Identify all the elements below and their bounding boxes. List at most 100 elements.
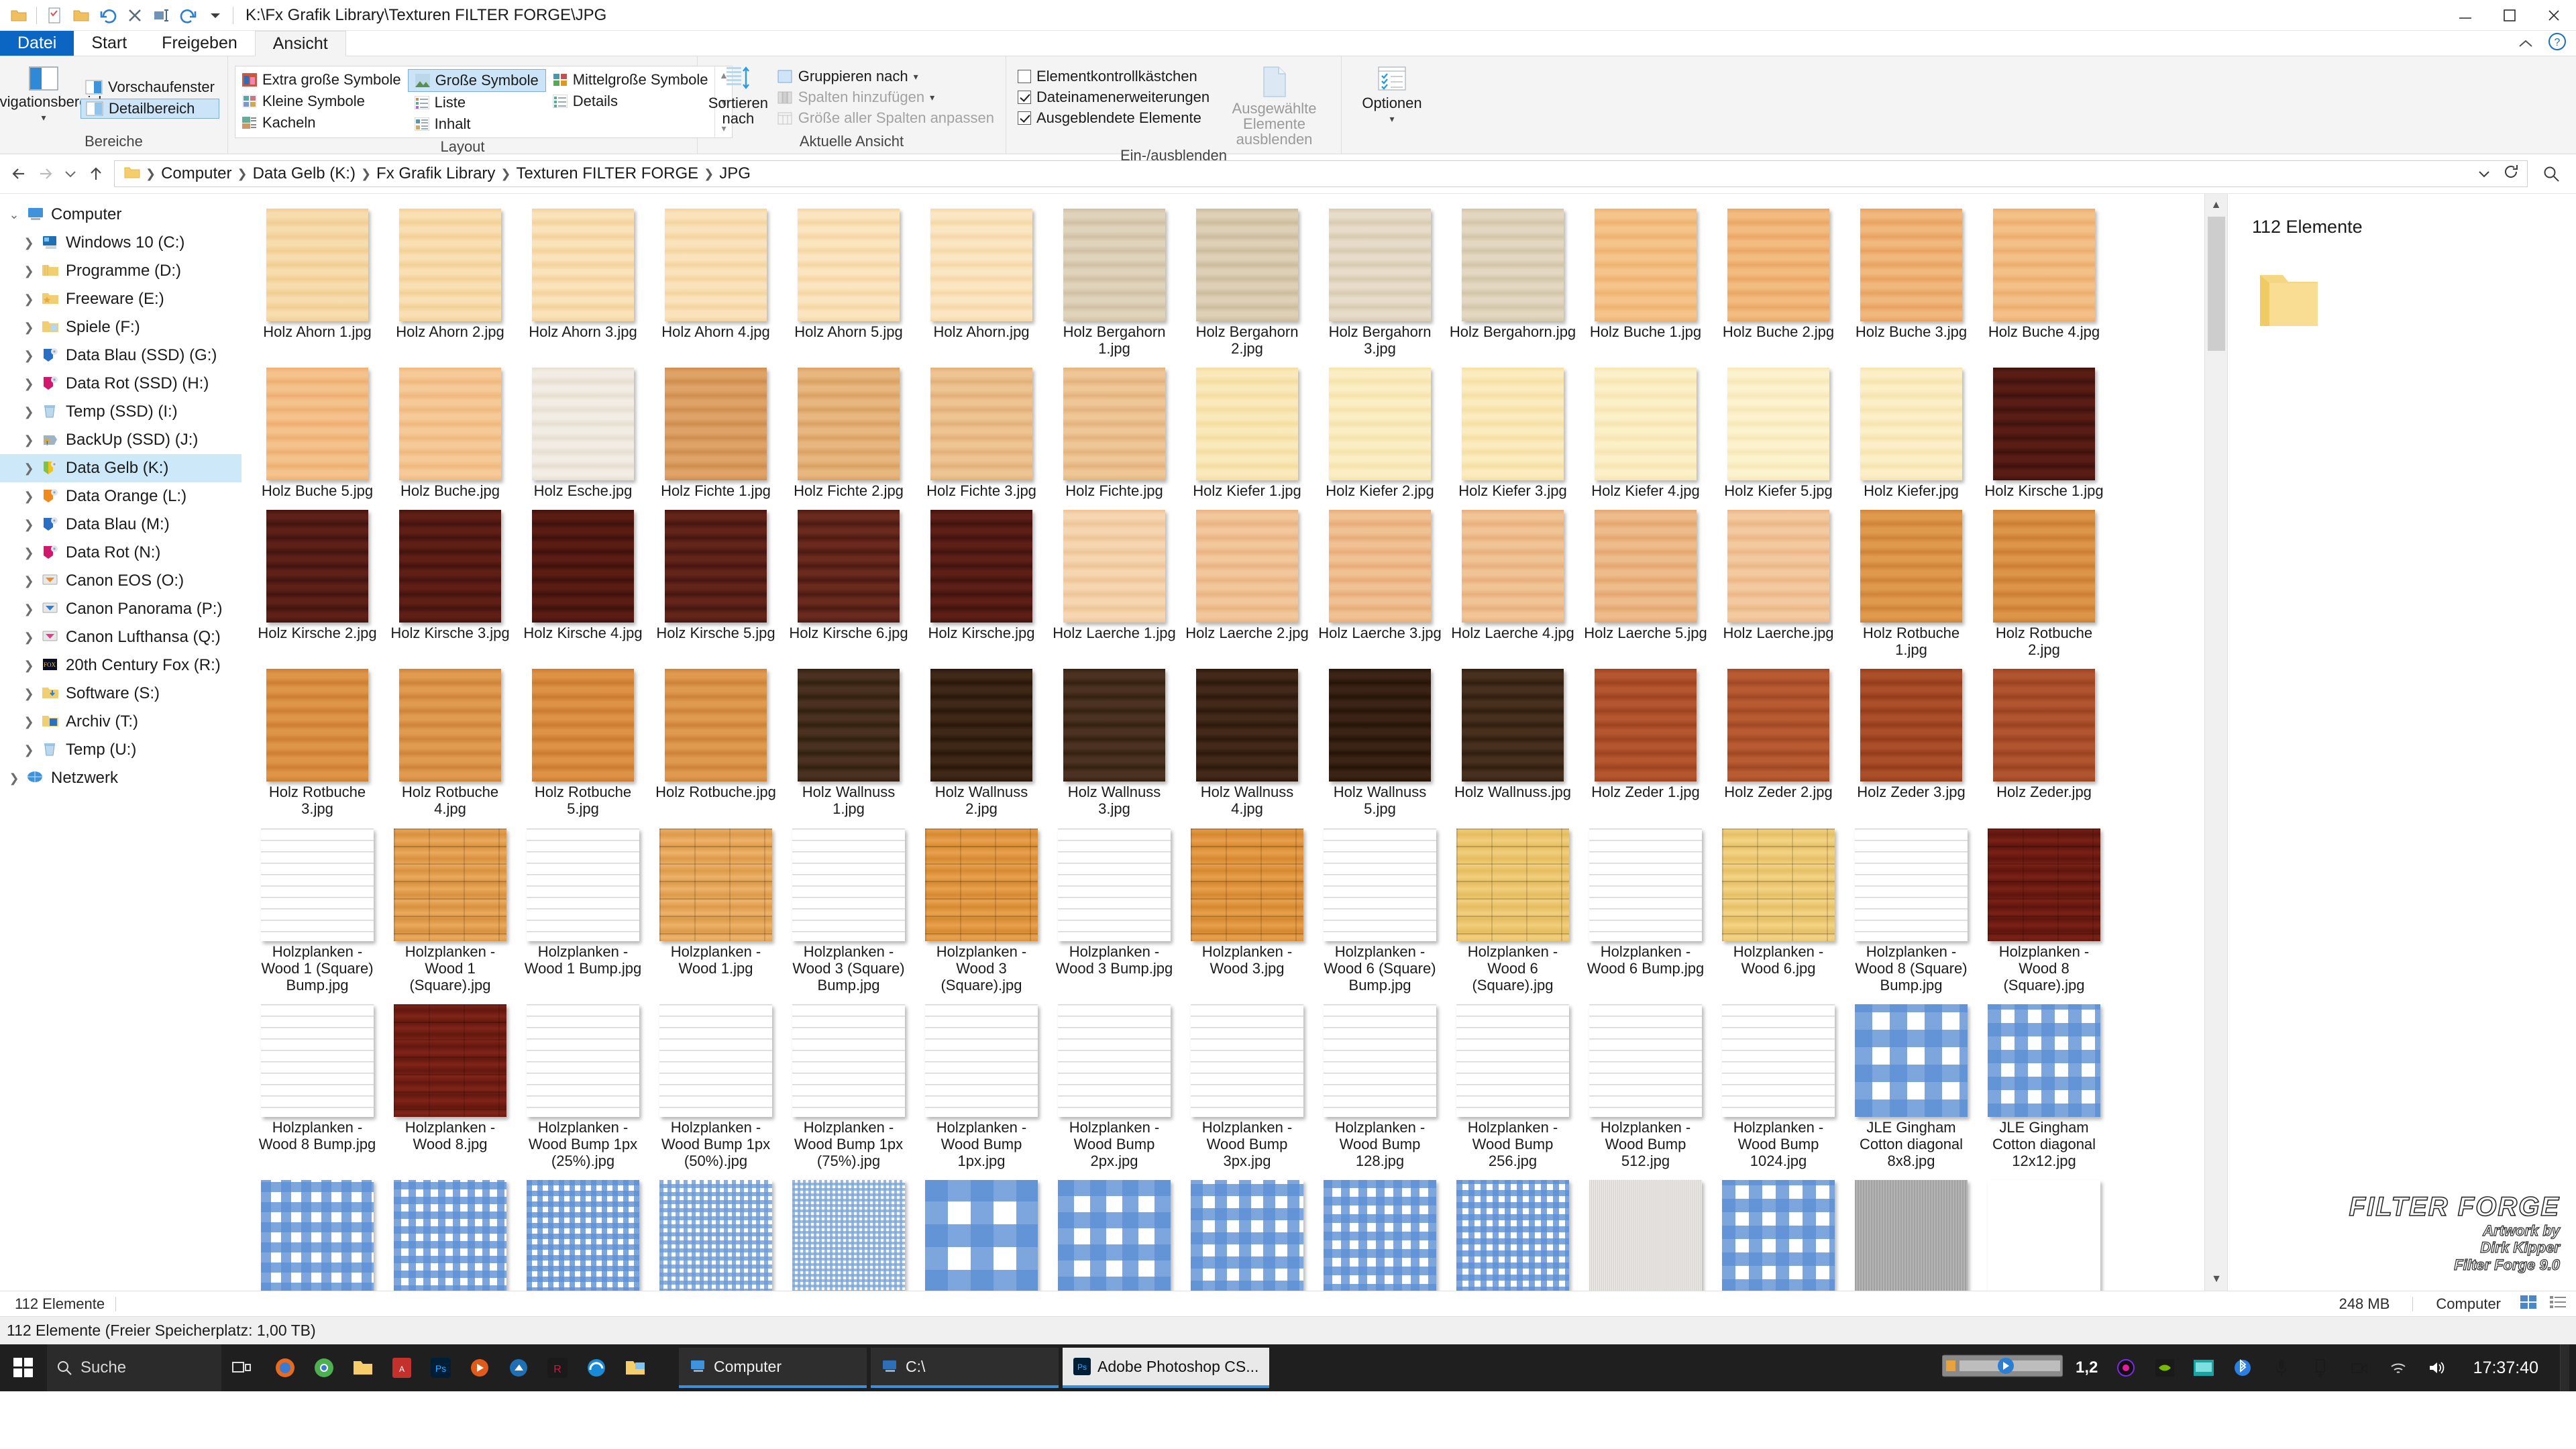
file-item[interactable]: Holz Ahorn.jpg xyxy=(915,202,1048,357)
file-item[interactable]: Holz Fichte 3.jpg xyxy=(915,361,1048,499)
file-item[interactable]: Holz Kirsche 6.jpg xyxy=(782,503,915,658)
file-item[interactable]: Holz Kirsche 3.jpg xyxy=(384,503,517,658)
file-thumbnail[interactable] xyxy=(1462,669,1564,782)
file-thumbnail[interactable] xyxy=(394,1180,506,1291)
file-item[interactable]: JLE Gingham Cotton diagonal 8x8.jpg xyxy=(1845,998,1978,1169)
bluetooth-icon[interactable] xyxy=(2228,1344,2257,1391)
file-thumbnail[interactable] xyxy=(1329,669,1431,782)
sidebar-item-data-blau-ssd-g[interactable]: ❯ Data Blau (SSD) (G:) xyxy=(0,341,241,370)
razer-icon[interactable] xyxy=(2111,1344,2141,1391)
refresh-icon[interactable] xyxy=(2503,164,2519,183)
file-thumbnail[interactable] xyxy=(266,669,368,782)
file-item[interactable]: Holz Buche 2.jpg xyxy=(1712,202,1845,357)
paint-icon[interactable] xyxy=(499,1344,538,1391)
sidebar-item-canon-lufthansa-q[interactable]: ❯ Canon Lufthansa (Q:) xyxy=(0,623,241,651)
file-thumbnail[interactable] xyxy=(1595,669,1697,782)
file-thumbnail[interactable] xyxy=(1722,1004,1835,1117)
file-item[interactable]: JLE Gingham Cotton horizontal 16x16.jpg xyxy=(1313,1173,1446,1291)
tab-freigeben[interactable]: Freigeben xyxy=(144,30,255,56)
file-item[interactable]: Holzplanken - Wood 1 Bump.jpg xyxy=(517,822,649,994)
chrome-icon[interactable] xyxy=(305,1344,343,1391)
breadcrumb-actions[interactable] xyxy=(2477,164,2522,183)
file-item[interactable]: Holzplanken - Wood 1 (Square) Bump.jpg xyxy=(251,822,384,994)
sidebar-item-data-rot-ssd-h[interactable]: ❯ Data Rot (SSD) (H:) xyxy=(0,370,241,398)
file-item[interactable]: Holz Bergahorn 3.jpg xyxy=(1313,202,1446,357)
file-thumbnail[interactable] xyxy=(1589,1004,1702,1117)
file-item[interactable]: Holz Wallnuss 2.jpg xyxy=(915,662,1048,817)
file-item[interactable]: JLE Gingham Cotton horizontal 24x24.jpg xyxy=(1446,1173,1579,1291)
file-thumbnail[interactable] xyxy=(659,828,772,941)
quick-access-toolbar[interactable] xyxy=(0,2,237,29)
breadcrumb-computer[interactable]: Computer xyxy=(157,164,235,183)
file-thumbnail[interactable] xyxy=(1722,828,1835,941)
details-view-button[interactable] xyxy=(2549,1295,2567,1313)
chevron-right-icon[interactable]: ❯ xyxy=(20,518,38,532)
file-item[interactable]: Holz Kiefer 4.jpg xyxy=(1579,361,1712,499)
file-list-scrollbar[interactable]: ▲ ▼ xyxy=(2204,194,2227,1291)
firefox-icon[interactable] xyxy=(266,1344,305,1391)
file-thumbnail[interactable] xyxy=(1324,1180,1436,1291)
window-controls[interactable] xyxy=(2443,0,2576,31)
file-item[interactable]: Holzplanken - Wood 8 Bump.jpg xyxy=(251,998,384,1169)
file-item[interactable]: Holzplanken - Wood 6 (Square).jpg xyxy=(1446,822,1579,994)
chevron-right-icon[interactable]: ❯ xyxy=(20,546,38,560)
file-thumbnail[interactable] xyxy=(1324,828,1436,941)
file-item[interactable]: Holz Buche 1.jpg xyxy=(1579,202,1712,357)
file-thumbnail[interactable] xyxy=(1063,669,1165,782)
file-thumbnail[interactable] xyxy=(798,669,900,782)
undo-icon[interactable] xyxy=(95,2,121,29)
file-thumbnail[interactable] xyxy=(527,1180,639,1291)
file-thumbnail[interactable] xyxy=(1456,1180,1569,1291)
file-item[interactable]: Holzplanken - Wood Bump 2px.jpg xyxy=(1048,998,1181,1169)
file-item[interactable]: Holzplanken - Wood 6 (Square) Bump.jpg xyxy=(1313,822,1446,994)
chevron-right-icon[interactable]: ❯ xyxy=(20,462,38,476)
file-item[interactable]: Holz Wallnuss 3.jpg xyxy=(1048,662,1181,817)
sidebar-item-freeware-e[interactable]: ❯ Freeware (E:) xyxy=(0,285,241,313)
chevron-right-icon[interactable]: ❯ xyxy=(20,574,38,588)
file-item[interactable]: Holzplanken - Wood Bump 1px (50%).jpg xyxy=(649,998,782,1169)
file-item[interactable]: Holz Fichte 1.jpg xyxy=(649,361,782,499)
file-item[interactable]: JLE Tartan red 1.jpg xyxy=(1978,1173,2110,1291)
sidebar-item-netzwerk[interactable]: ❯ Netzwerk xyxy=(0,764,241,792)
file-thumbnail[interactable] xyxy=(1191,1004,1303,1117)
file-item[interactable]: JLE Gingham Cotton diagonal 64x64.jpg xyxy=(782,1173,915,1291)
file-item[interactable]: Holz Zeder 3.jpg xyxy=(1845,662,1978,817)
file-thumbnail[interactable] xyxy=(925,828,1038,941)
collapse-ribbon-icon[interactable] xyxy=(2518,34,2533,54)
file-thumbnail[interactable] xyxy=(1993,510,2095,623)
file-item[interactable]: Holzplanken - Wood 8 (Square).jpg xyxy=(1978,822,2110,994)
file-item[interactable]: Holz Zeder 2.jpg xyxy=(1712,662,1845,817)
file-thumbnail[interactable] xyxy=(665,209,767,321)
file-item[interactable]: JLE Gingham Cotton vertical 8x8.jpg xyxy=(1712,1173,1845,1291)
file-grid[interactable]: Holz Ahorn 1.jpg Holz Ahorn 2.jpg Holz Aho… xyxy=(241,194,2227,1291)
file-thumbnail[interactable] xyxy=(930,510,1032,623)
file-item[interactable]: Holz Buche 3.jpg xyxy=(1845,202,1978,357)
detailbereich-toggle[interactable]: Detailbereich xyxy=(80,99,219,119)
chevron-right-icon[interactable]: ❯ xyxy=(20,490,38,504)
file-thumbnail[interactable] xyxy=(399,669,501,782)
file-item[interactable]: Holz Fichte.jpg xyxy=(1048,361,1181,499)
checkbox-ausgeblendete-elemente[interactable] xyxy=(1018,111,1031,125)
file-thumbnail[interactable] xyxy=(798,510,900,623)
file-item[interactable]: Holz Bergahorn 2.jpg xyxy=(1181,202,1313,357)
file-thumbnail[interactable] xyxy=(1860,368,1962,481)
photoshop-icon[interactable]: Ps xyxy=(421,1344,460,1391)
nvidia-icon[interactable] xyxy=(2150,1344,2180,1391)
file-item[interactable]: Holz Kirsche.jpg xyxy=(915,503,1048,658)
navigation-pane[interactable]: ⌄ Computer ❯ Windows 10 (C:) ❯ Programme (D:)… xyxy=(0,194,241,1291)
breadcrumb-data-gelb[interactable]: Data Gelb (K:) xyxy=(249,164,360,183)
file-thumbnail[interactable] xyxy=(1988,1004,2100,1117)
mic-icon[interactable] xyxy=(2267,1344,2296,1391)
sidebar-item-20th-century-fox-r[interactable]: ❯ FOX 20th Century Fox (R:) xyxy=(0,651,241,680)
scroll-down-icon[interactable]: ▼ xyxy=(2205,1268,2227,1291)
file-item[interactable]: Holz Ahorn 5.jpg xyxy=(782,202,915,357)
chevron-right-icon[interactable]: ❯ xyxy=(20,687,38,701)
chevron-right-icon[interactable]: ❯ xyxy=(20,292,38,307)
file-thumbnail[interactable] xyxy=(930,368,1032,481)
sidebar-item-temp-u[interactable]: ❯ Temp (U:) xyxy=(0,736,241,764)
file-thumbnail[interactable] xyxy=(925,1004,1038,1117)
file-item[interactable]: JLE Gingham Cotton diagonal 48x48.jpg xyxy=(649,1173,782,1291)
file-item[interactable]: Holzplanken - Wood 1.jpg xyxy=(649,822,782,994)
file-item[interactable]: Holz Kiefer 5.jpg xyxy=(1712,361,1845,499)
file-item[interactable]: Holz Wallnuss.jpg xyxy=(1446,662,1579,817)
